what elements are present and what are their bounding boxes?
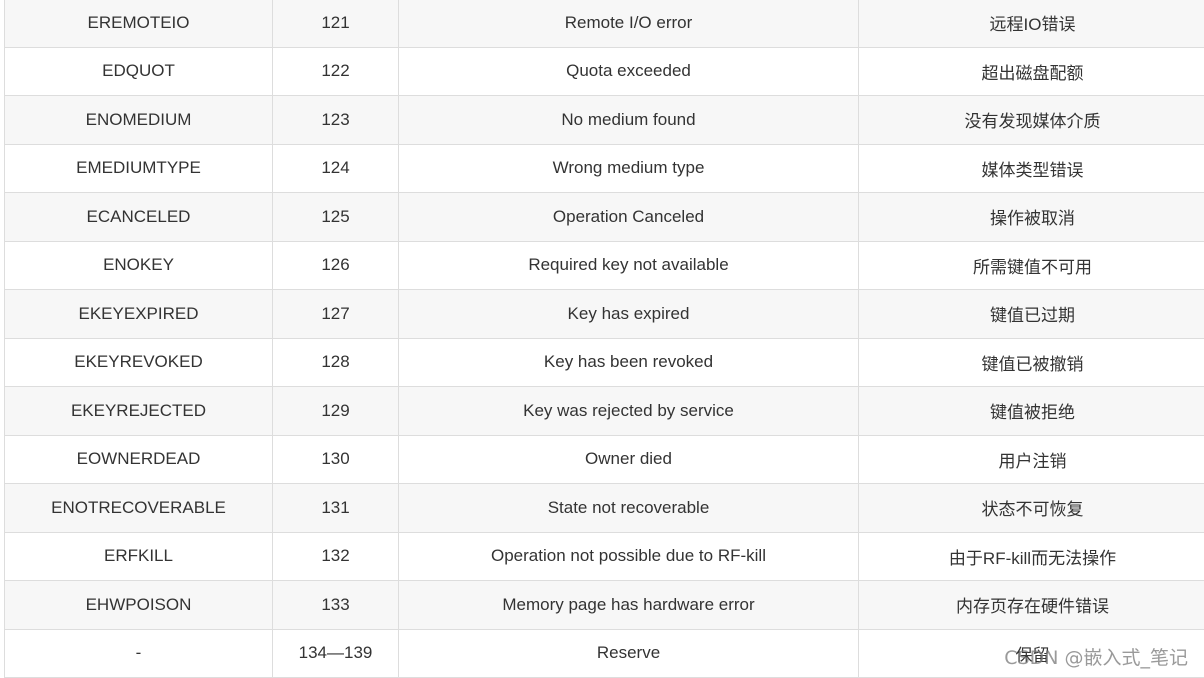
- chinese-description-cell: 所需键值不可用: [859, 241, 1204, 290]
- description-cell: Quota exceeded: [399, 47, 859, 96]
- chinese-description-cell: 没有发现媒体介质: [859, 96, 1204, 145]
- description-cell: Key has been revoked: [399, 338, 859, 387]
- chinese-description-cell: 用户注销: [859, 435, 1204, 484]
- error-code-cell: 126: [273, 241, 399, 290]
- error-code-cell: 127: [273, 290, 399, 339]
- chinese-description-cell: 内存页存在硬件错误: [859, 581, 1204, 630]
- error-code-cell: 134—139: [273, 629, 399, 678]
- error-name-cell: EKEYEXPIRED: [5, 290, 273, 339]
- description-cell: Required key not available: [399, 241, 859, 290]
- error-code-cell: 122: [273, 47, 399, 96]
- error-name-cell: ERFKILL: [5, 532, 273, 581]
- errno-table: EREMOTEIO121Remote I/O error远程IO错误EDQUOT…: [4, 0, 1204, 678]
- chinese-description-cell: 键值已被撤销: [859, 338, 1204, 387]
- description-cell: Operation Canceled: [399, 193, 859, 242]
- error-name-cell: EOWNERDEAD: [5, 435, 273, 484]
- error-name-cell: ENOKEY: [5, 241, 273, 290]
- error-code-cell: 129: [273, 387, 399, 436]
- description-cell: Reserve: [399, 629, 859, 678]
- chinese-description-cell: 键值被拒绝: [859, 387, 1204, 436]
- table-row: EMEDIUMTYPE124Wrong medium type媒体类型错误: [5, 144, 1204, 193]
- description-cell: No medium found: [399, 96, 859, 145]
- error-name-cell: EREMOTEIO: [5, 0, 273, 47]
- watermark: CSDN @嵌入式_笔记: [1004, 643, 1188, 670]
- table-row: EKEYREJECTED129Key was rejected by servi…: [5, 387, 1204, 436]
- description-cell: Memory page has hardware error: [399, 581, 859, 630]
- chinese-description-cell: 远程IO错误: [859, 0, 1204, 47]
- chinese-description-cell: 状态不可恢复: [859, 484, 1204, 533]
- error-name-cell: ENOMEDIUM: [5, 96, 273, 145]
- table-row: ERFKILL132Operation not possible due to …: [5, 532, 1204, 581]
- error-code-cell: 131: [273, 484, 399, 533]
- chinese-description-cell: 键值已过期: [859, 290, 1204, 339]
- error-name-cell: EMEDIUMTYPE: [5, 144, 273, 193]
- chinese-description-cell: 媒体类型错误: [859, 144, 1204, 193]
- table-row: EKEYEXPIRED127Key has expired键值已过期: [5, 290, 1204, 339]
- table-row: ENOKEY126Required key not available所需键值不…: [5, 241, 1204, 290]
- table-row: ENOTRECOVERABLE131State not recoverable状…: [5, 484, 1204, 533]
- error-name-cell: EKEYREVOKED: [5, 338, 273, 387]
- error-name-cell: EHWPOISON: [5, 581, 273, 630]
- description-cell: Remote I/O error: [399, 0, 859, 47]
- table-row: EKEYREVOKED128Key has been revoked键值已被撤销: [5, 338, 1204, 387]
- description-cell: Key has expired: [399, 290, 859, 339]
- error-code-cell: 132: [273, 532, 399, 581]
- description-cell: Wrong medium type: [399, 144, 859, 193]
- chinese-description-cell: 超出磁盘配额: [859, 47, 1204, 96]
- error-code-cell: 123: [273, 96, 399, 145]
- table-row: EHWPOISON133Memory page has hardware err…: [5, 581, 1204, 630]
- error-code-cell: 130: [273, 435, 399, 484]
- error-name-cell: EDQUOT: [5, 47, 273, 96]
- chinese-description-cell: 由于RF-kill而无法操作: [859, 532, 1204, 581]
- error-name-cell: ENOTRECOVERABLE: [5, 484, 273, 533]
- error-name-cell: EKEYREJECTED: [5, 387, 273, 436]
- error-code-cell: 133: [273, 581, 399, 630]
- table-row: EREMOTEIO121Remote I/O error远程IO错误: [5, 0, 1204, 47]
- error-name-cell: -: [5, 629, 273, 678]
- error-code-cell: 124: [273, 144, 399, 193]
- chinese-description-cell: 操作被取消: [859, 193, 1204, 242]
- description-cell: State not recoverable: [399, 484, 859, 533]
- error-name-cell: ECANCELED: [5, 193, 273, 242]
- error-code-cell: 121: [273, 0, 399, 47]
- table-row: EOWNERDEAD130Owner died用户注销: [5, 435, 1204, 484]
- table-row: EDQUOT122Quota exceeded超出磁盘配额: [5, 47, 1204, 96]
- description-cell: Key was rejected by service: [399, 387, 859, 436]
- table-row: ENOMEDIUM123No medium found没有发现媒体介质: [5, 96, 1204, 145]
- table-row: ECANCELED125Operation Canceled操作被取消: [5, 193, 1204, 242]
- error-code-cell: 128: [273, 338, 399, 387]
- description-cell: Owner died: [399, 435, 859, 484]
- error-code-cell: 125: [273, 193, 399, 242]
- description-cell: Operation not possible due to RF-kill: [399, 532, 859, 581]
